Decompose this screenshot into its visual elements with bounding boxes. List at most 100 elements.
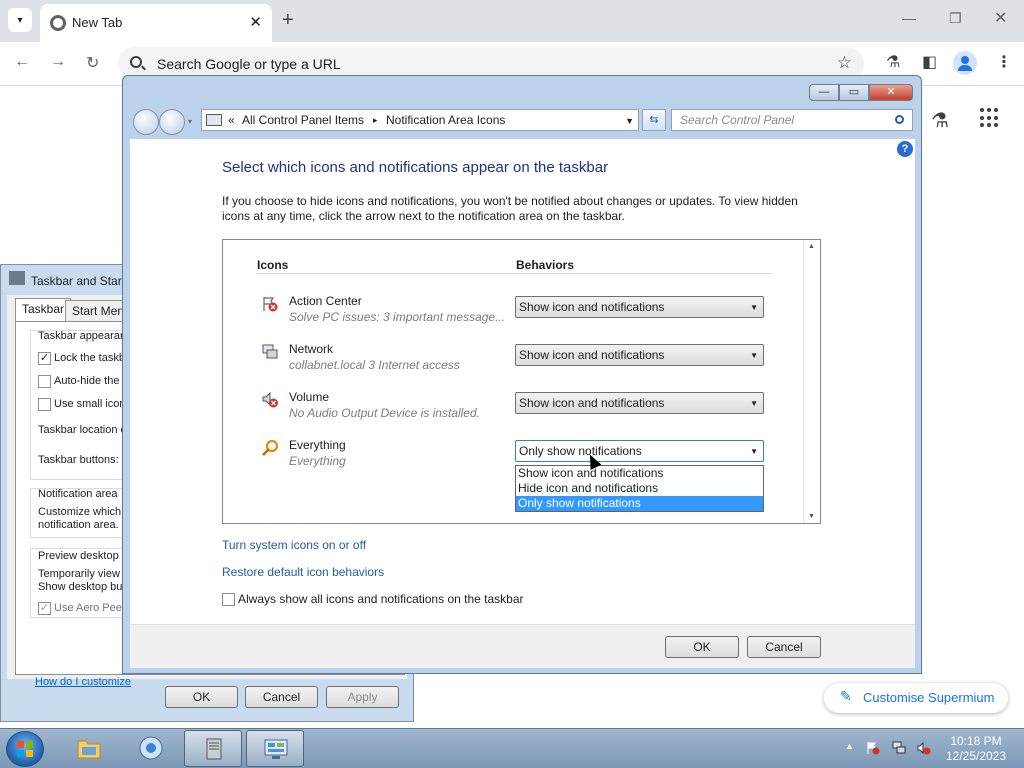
apply-button[interactable]: Apply bbox=[326, 686, 399, 708]
aero-peek-label: Use Aero Peek bbox=[54, 602, 128, 614]
restore-defaults-link[interactable]: Restore default icon behaviors bbox=[222, 565, 384, 579]
browser-tab[interactable]: New Tab ✕ bbox=[40, 4, 272, 42]
caption-buttons: — ▭ ✕ bbox=[809, 84, 913, 101]
restore-icon[interactable]: ❐ bbox=[949, 10, 962, 27]
action-center-tray-icon[interactable] bbox=[866, 741, 880, 755]
maximize-icon[interactable]: ▭ bbox=[839, 84, 869, 101]
dropdown-option[interactable]: Hide icon and notifications bbox=[516, 481, 763, 496]
autohide-checkbox[interactable] bbox=[38, 375, 51, 388]
window-title: Taskbar and Start bbox=[31, 274, 126, 288]
dialog-footer: OK Cancel bbox=[130, 624, 915, 668]
tab-title: New Tab bbox=[72, 15, 123, 30]
pencil-icon: ✎ bbox=[840, 688, 852, 704]
minimize-icon[interactable]: — bbox=[902, 10, 916, 26]
cancel-button[interactable]: Cancel bbox=[747, 636, 821, 658]
column-header-behaviors: Behaviors bbox=[516, 258, 575, 272]
scroll-down-icon[interactable]: ▼ bbox=[808, 513, 815, 520]
forward-icon[interactable] bbox=[159, 109, 185, 135]
breadcrumb-all-items[interactable]: All Control Panel Items bbox=[242, 113, 364, 127]
location-label: Taskbar location o bbox=[38, 424, 127, 436]
taskbar-properties-icon bbox=[9, 271, 25, 285]
behavior-value: Show icon and notifications bbox=[519, 348, 665, 362]
close-window-icon[interactable]: ✕ bbox=[994, 8, 1007, 28]
nav-buttons: ▾ bbox=[131, 107, 193, 135]
list-item: Action Center Solve PC issues: 3 importa… bbox=[223, 292, 803, 340]
tab-close-icon[interactable]: ✕ bbox=[249, 13, 262, 31]
behavior-select[interactable]: Show icon and notifications ▼ bbox=[515, 344, 764, 366]
ok-button[interactable]: OK bbox=[165, 686, 238, 708]
forward-icon[interactable]: → bbox=[50, 53, 66, 71]
reload-icon[interactable]: ↻ bbox=[86, 53, 99, 73]
notification-area-icons-window: — ▭ ✕ ▾ « All Control Panel Items ▸ Noti… bbox=[122, 75, 922, 674]
search-icon[interactable] bbox=[895, 115, 904, 124]
taskbar-explorer[interactable] bbox=[60, 730, 118, 767]
apps-grid-icon[interactable] bbox=[980, 108, 1000, 128]
menu-kebab-icon[interactable]: ⋮ bbox=[996, 52, 1012, 72]
search-control-panel-input[interactable]: Search Control Panel bbox=[671, 109, 913, 131]
search-placeholder: Search Control Panel bbox=[680, 113, 795, 127]
volume-tray-icon[interactable] bbox=[917, 741, 931, 755]
behavior-select[interactable]: Show icon and notifications ▼ bbox=[515, 296, 764, 318]
ok-button[interactable]: OK bbox=[665, 636, 739, 658]
show-hidden-icons-icon[interactable]: ▲ bbox=[845, 741, 854, 751]
address-bar[interactable]: « All Control Panel Items ▸ Notification… bbox=[201, 109, 639, 131]
back-icon[interactable] bbox=[133, 109, 159, 135]
breadcrumb-overflow[interactable]: « bbox=[228, 113, 235, 127]
list-scrollbar[interactable]: ▲ ▼ bbox=[803, 240, 820, 523]
row-subtitle: Everything bbox=[289, 454, 346, 468]
search-icon bbox=[130, 56, 142, 68]
lock-taskbar-checkbox[interactable]: ✓ bbox=[38, 352, 51, 365]
customise-label: Customise Supermium bbox=[863, 690, 995, 705]
back-icon[interactable]: ← bbox=[14, 53, 30, 71]
aero-peek-checkbox[interactable]: ✓ bbox=[38, 602, 51, 615]
system-clock[interactable]: 10:18 PM 12/25/2023 bbox=[938, 734, 1014, 764]
control-panel-icon bbox=[264, 739, 288, 759]
taskbar-browser[interactable] bbox=[122, 730, 180, 767]
minimize-icon[interactable]: — bbox=[809, 84, 839, 101]
volume-icon bbox=[262, 391, 278, 408]
side-panel-icon[interactable]: ◧ bbox=[922, 52, 937, 72]
behavior-select[interactable]: Show icon and notifications ▼ bbox=[515, 392, 764, 414]
clock-date: 12/25/2023 bbox=[945, 749, 1007, 763]
column-header-icons: Icons bbox=[257, 258, 289, 272]
breadcrumb-separator-icon[interactable]: ▸ bbox=[373, 115, 378, 126]
system-icons-link[interactable]: Turn system icons on or off bbox=[222, 538, 366, 552]
recent-pages-icon[interactable]: ▾ bbox=[188, 117, 192, 126]
customize-help-link[interactable]: How do I customize bbox=[35, 676, 131, 688]
labs-flask-icon[interactable]: ⚗ bbox=[886, 52, 900, 72]
page-title: Select which icons and notifications app… bbox=[222, 159, 609, 176]
tab-taskbar[interactable]: Taskbar bbox=[15, 298, 72, 322]
taskbar-server-manager[interactable] bbox=[184, 730, 242, 767]
profile-avatar[interactable] bbox=[953, 51, 977, 75]
clock-time: 10:18 PM bbox=[950, 734, 1002, 748]
cancel-button[interactable]: Cancel bbox=[245, 686, 318, 708]
behavior-value: Only show notifications bbox=[519, 444, 642, 458]
new-tab-button[interactable]: + bbox=[282, 8, 294, 32]
row-name: Volume bbox=[289, 390, 330, 404]
help-icon[interactable]: ? bbox=[897, 141, 913, 157]
omnibox-text: Search Google or type a URL bbox=[157, 56, 341, 72]
small-icons-label: Use small icons bbox=[54, 398, 132, 410]
small-icons-checkbox[interactable] bbox=[38, 398, 51, 411]
always-show-checkbox[interactable] bbox=[222, 593, 235, 606]
taskbar-control-panel[interactable] bbox=[246, 730, 304, 767]
behavior-select[interactable]: Only show notifications ▼ bbox=[515, 440, 764, 462]
scroll-up-icon[interactable]: ▲ bbox=[808, 243, 815, 250]
refresh-icon[interactable]: ⇆ bbox=[642, 109, 666, 131]
start-button[interactable] bbox=[6, 731, 44, 767]
row-subtitle: No Audio Output Device is installed. bbox=[289, 406, 480, 420]
breadcrumb-current[interactable]: Notification Area Icons bbox=[386, 113, 505, 127]
bookmark-star-icon[interactable]: ☆ bbox=[837, 53, 852, 73]
icons-list: Icons Behaviors Action Center Solve PC i… bbox=[222, 239, 821, 524]
behavior-dropdown-list: Show icon and notifications Hide icon an… bbox=[515, 465, 764, 512]
tab-search-button[interactable]: ▾ bbox=[8, 8, 32, 32]
dropdown-option[interactable]: Show icon and notifications bbox=[516, 466, 763, 481]
dropdown-option-selected[interactable]: Only show notifications bbox=[516, 496, 763, 511]
labs-flask-icon-ntp[interactable]: ⚗ bbox=[931, 108, 949, 133]
control-panel-icon bbox=[206, 114, 222, 126]
address-dropdown-icon[interactable]: ▼ bbox=[625, 116, 634, 126]
list-item: Network collabnet.local 3 Internet acces… bbox=[223, 340, 803, 388]
network-tray-icon[interactable] bbox=[892, 741, 906, 755]
close-icon[interactable]: ✕ bbox=[869, 84, 913, 101]
customise-button[interactable]: ✎ Customise Supermium bbox=[824, 683, 1008, 713]
